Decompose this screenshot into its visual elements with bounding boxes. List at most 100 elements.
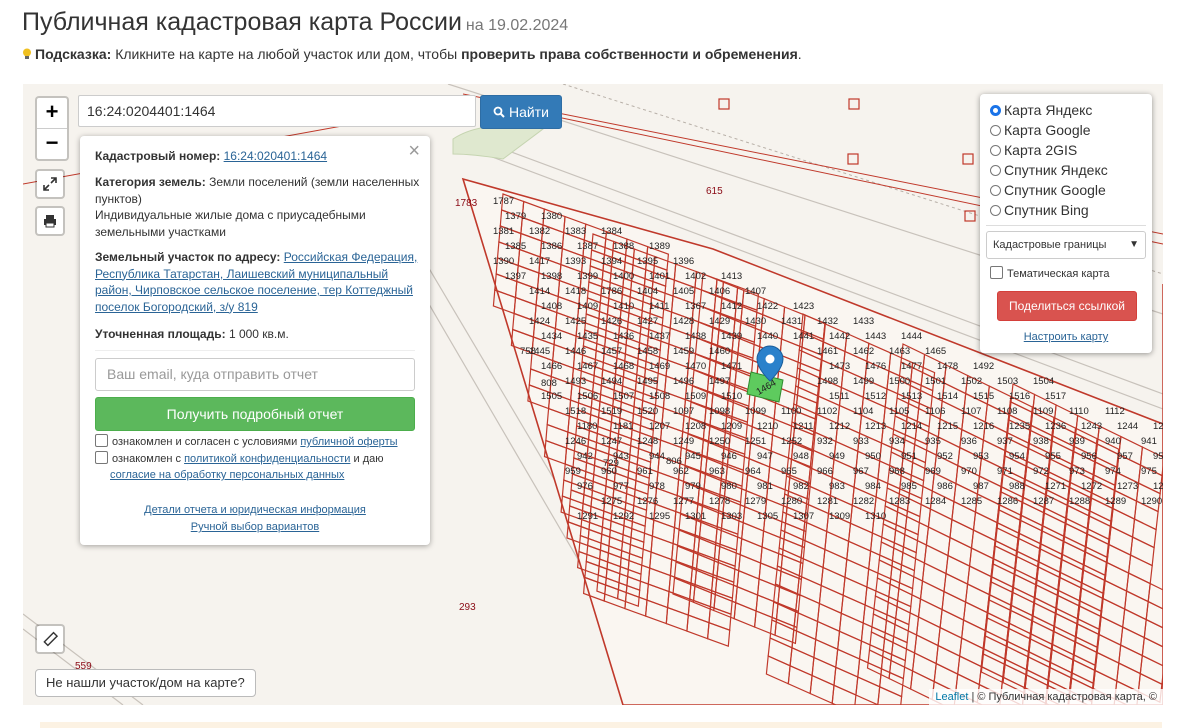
parcel-label: 1463 <box>889 346 910 357</box>
radio-google-sat[interactable] <box>990 185 1001 196</box>
parcel-label: 1516 <box>1009 391 1030 402</box>
layer-option[interactable]: Карта Яндекс <box>990 100 1092 120</box>
parcel-label: 1505 <box>541 391 562 402</box>
layer-label: Спутник Google <box>1004 182 1106 198</box>
radio-bing-sat[interactable] <box>990 205 1001 216</box>
parcel-label: 1252 <box>781 436 802 447</box>
configure-map-link[interactable]: Настроить карту <box>980 331 1152 343</box>
radio-google-map[interactable] <box>990 125 1001 136</box>
parcel-label: 1519 <box>601 406 622 417</box>
parcel-label: 965 <box>781 466 797 477</box>
cad-number-row: Кадастровый номер: 16:24:020401:1464 <box>95 148 420 165</box>
parcel-label: 1503 <box>997 376 1018 387</box>
privacy-mid: и даю <box>353 453 384 465</box>
layer-option[interactable]: Спутник Яндекс <box>990 160 1108 180</box>
parcel-label: 1109 <box>1033 406 1053 417</box>
ruler-button[interactable] <box>35 624 65 654</box>
parcel-label: 938 <box>1033 436 1049 447</box>
layer-option[interactable]: Карта 2GIS <box>990 140 1077 160</box>
map-label-large: 293 <box>459 602 476 613</box>
parcel-label: 1443 <box>865 331 886 342</box>
consent-link[interactable]: согласие на обработку персональных данны… <box>110 469 344 481</box>
offer-link[interactable]: публичной оферты <box>300 436 397 448</box>
leaflet-link[interactable]: Leaflet <box>935 691 968 703</box>
parcel-label: 1235 <box>1009 421 1030 432</box>
parcel-label: 1389 <box>649 241 670 252</box>
parcel-label: 1411 <box>649 301 669 312</box>
parcel-label: 1249 <box>673 436 694 447</box>
parcel-label: 1430 <box>745 316 766 327</box>
overlay-select[interactable]: Кадастровые границы ▼ <box>986 231 1146 259</box>
cad-number-link[interactable]: 16:24:020401:1464 <box>224 149 327 163</box>
parcel-label: 979 <box>685 481 701 492</box>
parcel-label: 1212 <box>829 421 850 432</box>
parcel-label: 1400 <box>613 271 634 282</box>
parcel-label: 1287 <box>1033 496 1054 507</box>
parcel-label: 1301 <box>685 511 706 522</box>
layer-option[interactable]: Спутник Google <box>990 180 1106 200</box>
parcel-label: 1468 <box>613 361 634 372</box>
parcel-label: 1405 <box>673 286 694 297</box>
parcel-label: 1407 <box>745 286 766 297</box>
attr-sep: | <box>971 691 975 703</box>
parcel-label: 967 <box>853 466 869 477</box>
radio-2gis-map[interactable] <box>990 145 1001 156</box>
details-link[interactable]: Детали отчета и юридическая информация <box>144 504 366 516</box>
parcel-label: 1387 <box>577 241 598 252</box>
fullscreen-button[interactable] <box>35 169 65 199</box>
parcel-label: 1460 <box>709 346 730 357</box>
radio-yandex-map[interactable] <box>990 105 1001 116</box>
chevron-down-icon: ▼ <box>1129 239 1139 250</box>
thematic-row: Тематическая карта <box>990 266 1109 280</box>
zoom-in-button[interactable]: + <box>37 98 67 128</box>
parcel-label: 1247 <box>601 436 622 447</box>
offer-checkbox[interactable] <box>95 434 108 447</box>
privacy-checkbox[interactable] <box>95 451 108 464</box>
parcel-label: 934 <box>889 436 905 447</box>
parcel-label: 948 <box>793 451 809 462</box>
layer-option[interactable]: Спутник Bing <box>990 200 1089 220</box>
cadastral-search-input[interactable]: 16:24:0204401:1464 <box>78 95 476 127</box>
parcel-label: 1275 <box>601 496 622 507</box>
parcel-label: 1280 <box>781 496 802 507</box>
thematic-checkbox[interactable] <box>990 266 1003 279</box>
map-label-large: 615 <box>706 186 723 197</box>
parcel-label: 1379 <box>505 211 526 222</box>
privacy-link[interactable]: политикой конфиденциальности <box>184 453 350 465</box>
find-button-label: Найти <box>508 104 549 120</box>
parcel-label: 1397 <box>505 271 526 282</box>
not-found-button[interactable]: Не нашли участок/дом на карте? <box>35 669 256 697</box>
parcel-label: 957 <box>1117 451 1133 462</box>
privacy-text: ознакомлен с <box>112 453 182 465</box>
parcel-label: 1105 <box>889 406 909 417</box>
layer-option[interactable]: Карта Google <box>990 120 1091 140</box>
share-link-button[interactable]: Поделиться ссылкой <box>997 291 1137 321</box>
parcel-label: 1216 <box>973 421 994 432</box>
manual-link[interactable]: Ручной выбор вариантов <box>191 521 319 533</box>
parcel-label: 1470 <box>685 361 706 372</box>
email-field[interactable]: Ваш email, куда отправить отчет <box>95 358 415 391</box>
parcel-label: 1386 <box>541 241 562 252</box>
parcel-label: 1510 <box>721 391 742 402</box>
map-label-small: 806 <box>666 456 682 467</box>
parcel-label: 1787 <box>493 196 514 207</box>
radio-yandex-sat[interactable] <box>990 165 1001 176</box>
cadastral-map[interactable]: 1787 1379 1380 1381 1382 1383 1384 1385 1386 1387… <box>23 84 1163 705</box>
parcel-label: 1431 <box>781 316 802 327</box>
address-row: Земельный участок по адресу: Российская … <box>95 249 420 315</box>
parcel-label: 1276 <box>637 496 658 507</box>
parcel-label: 1273 <box>1117 481 1138 492</box>
parcel-label: 964 <box>745 466 761 477</box>
layers-panel: Карта Яндекс Карта Google Карта 2GIS Спу… <box>980 94 1152 353</box>
find-button[interactable]: Найти <box>480 95 562 129</box>
parcel-label: 1236 <box>1045 421 1066 432</box>
print-button[interactable] <box>35 206 65 236</box>
get-report-button[interactable]: Получить подробный отчет <box>95 397 415 431</box>
parcel-label: 932 <box>817 436 833 447</box>
zoom-out-button[interactable]: − <box>37 128 67 159</box>
parcel-label: 963 <box>709 466 725 477</box>
parcel-label: 1100 <box>781 406 801 417</box>
parcel-label: 1381 <box>493 226 514 237</box>
parcel-label: 987 <box>973 481 989 492</box>
parcel-label: 1413 <box>721 271 742 282</box>
